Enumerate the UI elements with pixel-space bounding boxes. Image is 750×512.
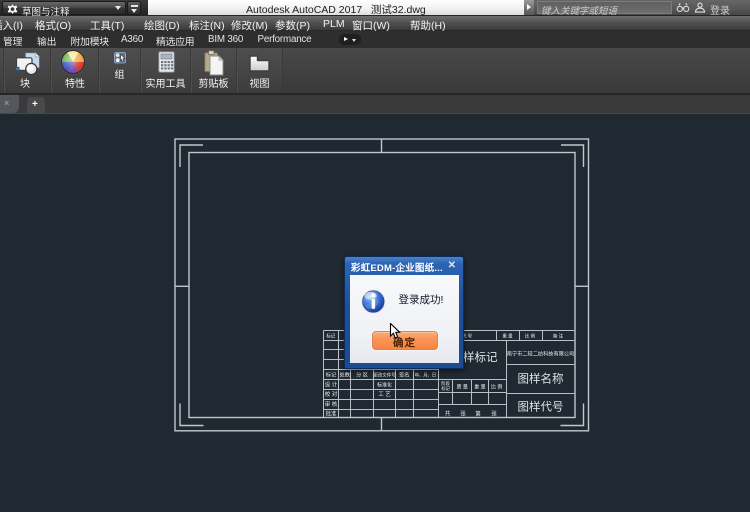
svg-text:标记: 标记: [326, 332, 335, 339]
svg-text:标准化: 标准化: [377, 381, 392, 388]
svg-text:共: 共: [445, 409, 451, 417]
svg-text:张: 张: [460, 409, 466, 417]
svg-text:分 区: 分 区: [356, 371, 368, 379]
svg-text:工 艺: 工 艺: [378, 391, 391, 398]
svg-text:质 量: 质 量: [457, 383, 468, 390]
svg-text:重 量: 重 量: [474, 383, 485, 390]
svg-text:第: 第: [475, 409, 481, 417]
svg-text:备 注: 备 注: [553, 332, 564, 339]
svg-text:签名: 签名: [399, 371, 409, 379]
svg-text:重 量: 重 量: [502, 332, 513, 339]
svg-text:设 计: 设 计: [325, 380, 338, 388]
svg-text:校 对: 校 对: [325, 390, 338, 398]
svg-text:批准: 批准: [325, 409, 337, 417]
svg-text:张: 张: [491, 409, 497, 417]
svg-text:图样名称: 图样名称: [518, 371, 564, 385]
svg-text:比 例: 比 例: [525, 332, 536, 339]
svg-text:审 核: 审 核: [325, 400, 338, 408]
svg-text:南宁市二轻二纺科技有限公司: 南宁市二轻二纺科技有限公司: [507, 349, 574, 357]
svg-text:更改文件号: 更改文件号: [374, 372, 397, 379]
svg-text:年、月、日: 年、月、日: [415, 372, 436, 379]
svg-text:比 例: 比 例: [491, 383, 502, 390]
svg-text:标记: 标记: [441, 385, 450, 392]
svg-text:处数: 处数: [340, 371, 351, 379]
svg-text:标记: 标记: [326, 371, 336, 379]
svg-text:图样代号: 图样代号: [518, 399, 564, 413]
